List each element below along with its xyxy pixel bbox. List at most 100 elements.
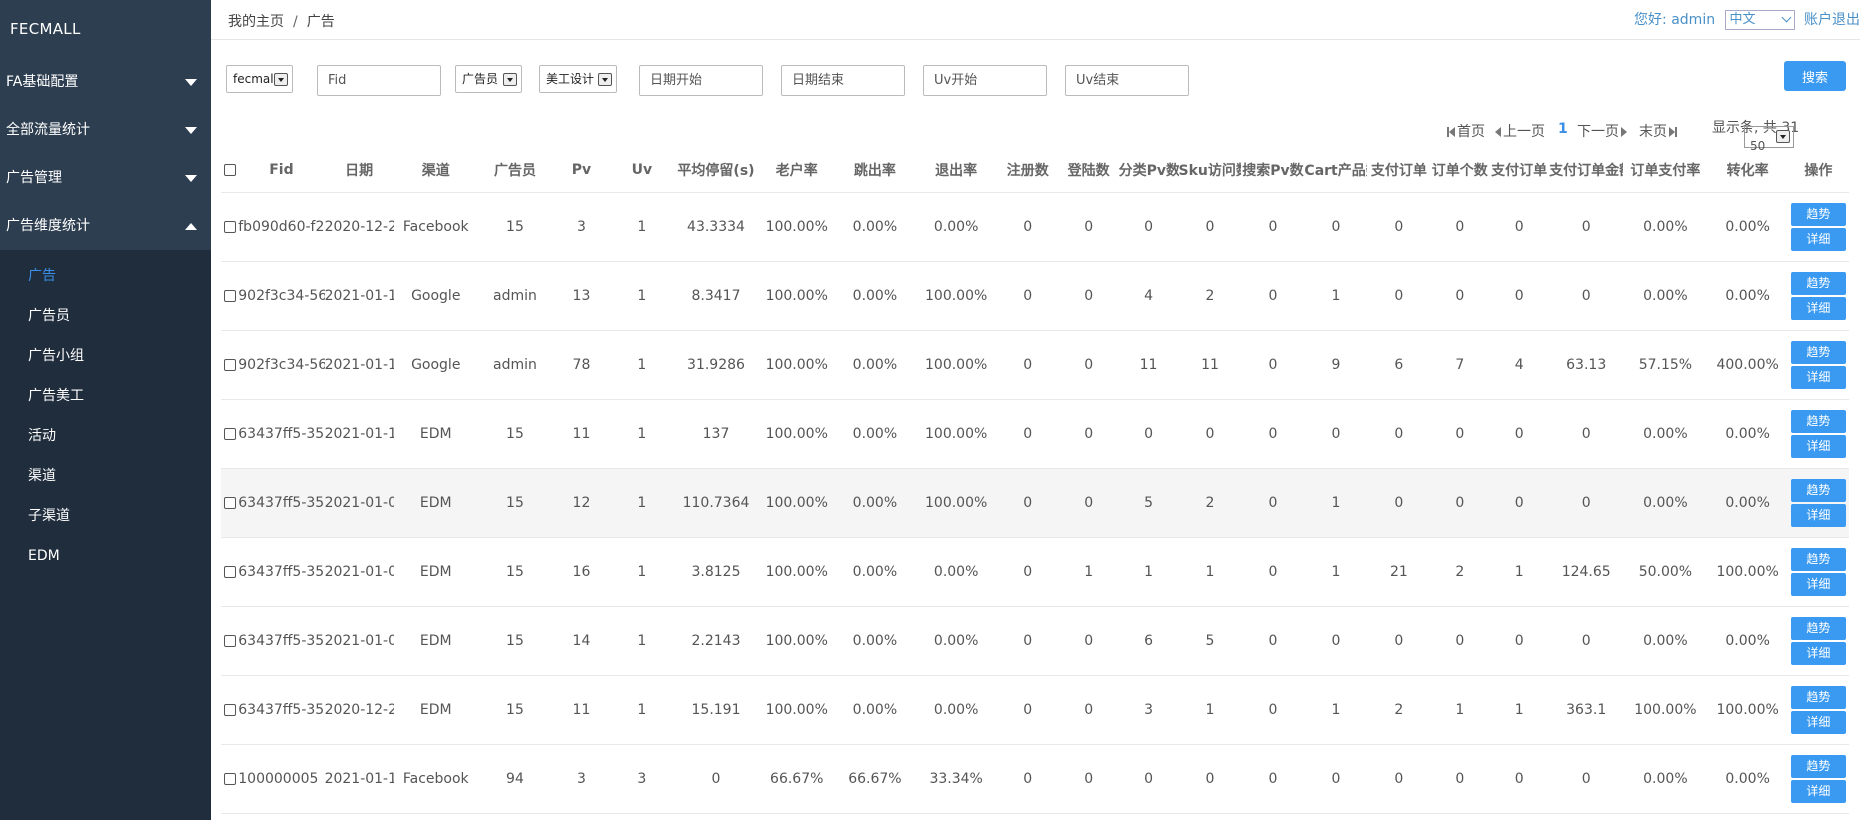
table-cell: 0.00%: [834, 330, 916, 400]
table-cell: 0: [1304, 606, 1368, 676]
designer-select[interactable]: 美工设计: [539, 65, 617, 93]
trend-button[interactable]: 趋势: [1790, 478, 1846, 502]
caret-down-icon: [185, 175, 197, 182]
row-checkbox[interactable]: [223, 496, 236, 509]
trend-button[interactable]: 趋势: [1790, 616, 1846, 640]
row-checkbox[interactable]: [223, 703, 236, 716]
select-all-checkbox[interactable]: [223, 163, 236, 176]
sidebar-item-sub-channel[interactable]: 子渠道: [0, 496, 211, 536]
trend-button[interactable]: 趋势: [1790, 685, 1846, 709]
sidebar-menu-ad-management[interactable]: 广告管理: [0, 154, 211, 202]
table-cell: 0.00%: [834, 399, 916, 469]
table-cell: 2021-01-06: [324, 537, 394, 607]
sidebar-menu-traffic-stats[interactable]: 全部流量统计: [0, 106, 211, 154]
table-cell: 1: [610, 261, 673, 331]
detail-button[interactable]: 详细: [1790, 296, 1846, 320]
uv-start-input[interactable]: [923, 65, 1047, 96]
breadcrumb: 我的主页 / 广告: [228, 11, 335, 31]
table-cell: 1: [1430, 675, 1490, 745]
detail-button[interactable]: 详细: [1790, 572, 1846, 596]
column-header: 日期: [324, 148, 394, 193]
trend-button[interactable]: 趋势: [1790, 754, 1846, 778]
first-page-link[interactable]: 首页: [1447, 121, 1485, 141]
fid-input[interactable]: [317, 65, 441, 96]
detail-button[interactable]: 详细: [1790, 779, 1846, 803]
table-cell: 0: [1241, 606, 1305, 676]
trend-button[interactable]: 趋势: [1790, 202, 1846, 226]
row-checkbox[interactable]: [223, 220, 236, 233]
table-cell: 0: [996, 675, 1059, 745]
detail-button[interactable]: 详细: [1790, 641, 1846, 665]
detail-button[interactable]: 详细: [1790, 434, 1846, 458]
sidebar-item-advertiser[interactable]: 广告员: [0, 296, 211, 336]
row-checkbox[interactable]: [223, 634, 236, 647]
row-checkbox[interactable]: [223, 565, 236, 578]
table-cell: 0: [1058, 192, 1119, 262]
date-start-input[interactable]: [639, 65, 763, 96]
next-page-link[interactable]: 下一页: [1577, 121, 1627, 141]
table-cell: 2021-01-09: [324, 468, 394, 538]
date-end-input[interactable]: [781, 65, 905, 96]
detail-button[interactable]: 详细: [1790, 365, 1846, 389]
next-page-label: 下一页: [1577, 124, 1619, 140]
trend-button[interactable]: 趋势: [1790, 547, 1846, 571]
column-header: 退出率: [915, 148, 997, 193]
sidebar-item-ad-group[interactable]: 广告小组: [0, 336, 211, 376]
caret-down-icon: [185, 79, 197, 86]
table-cell: 0: [996, 606, 1059, 676]
row-checkbox[interactable]: [223, 427, 236, 440]
sidebar-menu-fa-config[interactable]: FA基础配置: [0, 58, 211, 106]
uv-end-input[interactable]: [1065, 65, 1189, 96]
site-select[interactable]: fecmall: [226, 65, 293, 93]
row-checkbox[interactable]: [223, 358, 236, 371]
table-cell: 0: [1430, 744, 1490, 814]
table-cell: 363.1: [1549, 675, 1624, 745]
sidebar-item-ad[interactable]: 广告: [0, 256, 211, 296]
language-select[interactable]: 中文: [1724, 10, 1795, 30]
sidebar-item-edm[interactable]: EDM: [0, 536, 211, 576]
sidebar-item-campaign[interactable]: 活动: [0, 416, 211, 456]
sidebar-item-ad-designer[interactable]: 广告美工: [0, 376, 211, 416]
row-checkbox[interactable]: [223, 289, 236, 302]
table-cell: 0.00%: [834, 192, 916, 262]
advertiser-select[interactable]: 广告员: [455, 65, 522, 93]
row-checkbox[interactable]: [223, 772, 236, 785]
actions-cell: 趋势 详细: [1787, 192, 1849, 262]
table-cell: 1: [1304, 537, 1368, 607]
table-cell: 0: [1489, 744, 1550, 814]
search-button[interactable]: 搜索: [1784, 61, 1846, 91]
trend-button[interactable]: 趋势: [1790, 340, 1846, 364]
column-header: 转化率: [1707, 148, 1788, 193]
prev-page-link[interactable]: 上一页: [1495, 121, 1545, 141]
table-cell: 66.67%: [759, 744, 835, 814]
breadcrumb-home[interactable]: 我的主页: [228, 14, 284, 30]
table-cell: 0: [1430, 606, 1490, 676]
table-cell: 1: [1178, 537, 1242, 607]
table-cell: 1: [1304, 468, 1368, 538]
table-cell: 2020-12-29: [324, 675, 394, 745]
column-header: 订单支付率: [1623, 148, 1708, 193]
table-cell: 11: [1178, 330, 1242, 400]
table-row: 63437ff5-3536-4e1c2021-01-09EDM15121110.…: [221, 468, 1849, 538]
page-size-select[interactable]: 50: [1744, 126, 1794, 153]
detail-button[interactable]: 详细: [1790, 503, 1846, 527]
table-cell: 0: [1178, 744, 1242, 814]
table-cell: 7: [1430, 330, 1490, 400]
brand-logo[interactable]: FECMALL: [0, 0, 211, 58]
trend-button[interactable]: 趋势: [1790, 409, 1846, 433]
table-cell: Facebook: [393, 744, 478, 814]
select-all-cell: [221, 148, 239, 193]
detail-button[interactable]: 详细: [1790, 227, 1846, 251]
trend-button[interactable]: 趋势: [1790, 271, 1846, 295]
table-cell: 3.8125: [672, 537, 760, 607]
table-cell: 0: [1489, 192, 1550, 262]
table-cell: 12: [552, 468, 611, 538]
last-page-link[interactable]: 末页: [1639, 121, 1677, 141]
sidebar-menu-ad-dimension-stats[interactable]: 广告维度统计: [0, 202, 211, 250]
sidebar-item-channel[interactable]: 渠道: [0, 456, 211, 496]
table-cell: 100.00%: [759, 261, 835, 331]
detail-button[interactable]: 详细: [1790, 710, 1846, 734]
table-cell: 4: [1489, 330, 1550, 400]
logout-link[interactable]: 账户退出: [1804, 12, 1860, 28]
table-cell: 2: [1178, 261, 1242, 331]
